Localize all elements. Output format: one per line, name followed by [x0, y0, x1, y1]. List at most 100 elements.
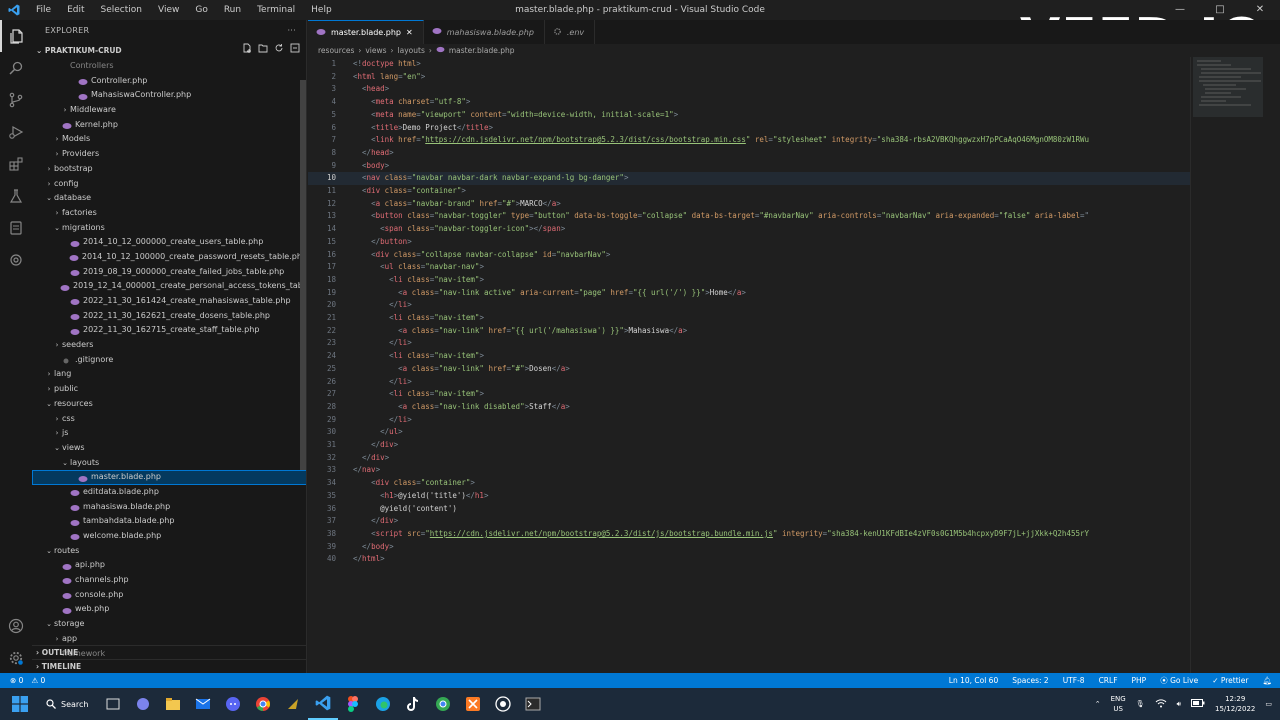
chrome-profile-icon[interactable] — [428, 688, 458, 720]
code-line[interactable]: 33 </nav> — [308, 464, 380, 477]
windows-start-icon[interactable] — [0, 696, 40, 712]
mail-icon[interactable] — [188, 688, 218, 720]
notifications-bell-icon[interactable]: 🔔︎ — [1262, 676, 1272, 685]
taskbar-search[interactable]: Search — [40, 693, 98, 715]
run-debug-icon[interactable] — [0, 116, 32, 148]
menu-file[interactable]: File — [28, 5, 59, 15]
tree-file[interactable]: tambahdata.blade.php — [32, 514, 306, 529]
game-launcher-icon[interactable] — [278, 688, 308, 720]
tree-folder[interactable]: › Providers — [32, 147, 306, 162]
code-line[interactable]: 36 @yield('content') — [308, 503, 457, 516]
code-line[interactable]: 38 <script src="https://cdn.jsdelivr.net… — [308, 528, 1089, 541]
tree-folder[interactable]: › public — [32, 382, 306, 397]
vscode-taskbar-icon[interactable] — [308, 688, 338, 720]
breadcrumb-item[interactable]: views — [365, 46, 386, 55]
file-explorer-icon[interactable] — [158, 688, 188, 720]
breadcrumb-item[interactable]: master.blade.php — [449, 46, 515, 55]
code-line[interactable]: 2 <html lang="en"> — [308, 71, 425, 84]
code-line[interactable]: 10 <nav class="navbar navbar-dark navbar… — [308, 172, 1190, 185]
terminal-icon[interactable] — [518, 688, 548, 720]
tree-folder[interactable]: › factories — [32, 206, 306, 221]
settings-gear-icon[interactable] — [0, 642, 32, 674]
figma-icon[interactable] — [338, 688, 368, 720]
discord-icon[interactable] — [218, 688, 248, 720]
volume-icon[interactable]: 🔊︎ — [1177, 700, 1181, 709]
source-control-icon[interactable] — [0, 84, 32, 116]
minimap[interactable] — [1190, 57, 1280, 673]
code-line[interactable]: 28 <a class="nav-link disabled">Staff</a… — [308, 401, 570, 414]
database-icon[interactable] — [0, 212, 32, 244]
testing-icon[interactable] — [0, 180, 32, 212]
code-line[interactable]: 39 </body> — [308, 541, 394, 554]
tree-file[interactable]: MahasiswaController.php — [32, 88, 306, 103]
code-line[interactable]: 32 </div> — [308, 452, 389, 465]
tray-chevron-up-icon[interactable]: ⌃ — [1095, 700, 1101, 708]
outline-section[interactable]: › OUTLINE — [32, 645, 306, 659]
code-line[interactable]: 12 <a class="navbar-brand" href="#">MARC… — [308, 198, 561, 211]
code-line[interactable]: 16 <div class="collapse navbar-collapse"… — [308, 249, 610, 262]
account-icon[interactable] — [0, 610, 32, 642]
warnings-indicator[interactable]: ⚠ 0 — [31, 676, 45, 685]
tree-folder[interactable]: Controllers — [32, 59, 306, 74]
encoding[interactable]: UTF-8 — [1063, 676, 1085, 685]
tree-folder[interactable]: › bootstrap — [32, 162, 306, 177]
tree-folder[interactable]: › js — [32, 426, 306, 441]
menu-go[interactable]: Go — [187, 5, 215, 15]
tree-file[interactable]: editdata.blade.php — [32, 485, 306, 500]
explorer-more-button[interactable]: ··· — [287, 20, 296, 42]
menu-run[interactable]: Run — [216, 5, 249, 15]
tree-folder[interactable]: › Middleware — [32, 103, 306, 118]
code-line[interactable]: 8 </head> — [308, 147, 393, 160]
tree-file[interactable]: 2014_10_12_000000_create_users_table.php — [32, 235, 306, 250]
microphone-icon[interactable]: 🎙︎ — [1136, 700, 1145, 708]
prettier-indicator[interactable]: ✓ Prettier — [1212, 676, 1248, 685]
code-line[interactable]: 34 <div class="container"> — [308, 477, 475, 490]
close-tab-icon[interactable]: ✕ — [406, 28, 413, 37]
code-line[interactable]: 23 </li> — [308, 337, 412, 350]
line-ending[interactable]: CRLF — [1099, 676, 1118, 685]
tree-folder[interactable]: › css — [32, 412, 306, 427]
tree-file[interactable]: api.php — [32, 558, 306, 573]
tab-master-blade[interactable]: master.blade.php ✕ — [308, 20, 424, 44]
tree-file[interactable]: mahasiswa.blade.php — [32, 500, 306, 515]
tree-folder[interactable]: › seeders — [32, 338, 306, 353]
tiktok-icon[interactable] — [398, 688, 428, 720]
code-line[interactable]: 18 <li class="nav-item"> — [308, 274, 484, 287]
language-mode[interactable]: PHP — [1132, 676, 1147, 685]
notification-center-icon[interactable]: ▭ — [1265, 700, 1272, 708]
code-line[interactable]: 9 <body> — [308, 160, 389, 173]
collapse-all-icon[interactable] — [290, 42, 300, 60]
tree-folder[interactable]: ⌄ layouts — [32, 456, 306, 471]
code-line[interactable]: 29 </li> — [308, 414, 412, 427]
tree-file[interactable]: master.blade.php — [32, 470, 306, 485]
tree-file[interactable]: 2019_12_14_000001_create_personal_access… — [32, 279, 306, 294]
teams-icon[interactable] — [128, 688, 158, 720]
code-line[interactable]: 24 <li class="nav-item"> — [308, 350, 484, 363]
code-line[interactable]: 17 <ul class="navbar-nav"> — [308, 261, 484, 274]
code-line[interactable]: 22 <a class="nav-link" href="{{ url('/ma… — [308, 325, 687, 338]
tree-file[interactable]: .gitignore — [32, 353, 306, 368]
menu-view[interactable]: View — [150, 5, 187, 15]
task-view-icon[interactable] — [98, 688, 128, 720]
menu-help[interactable]: Help — [303, 5, 340, 15]
code-line[interactable]: 19 <a class="nav-link active" aria-curre… — [308, 287, 746, 300]
code-line[interactable]: 31 </div> — [308, 439, 398, 452]
clock[interactable]: 12:29 15/12/2022 — [1215, 694, 1255, 714]
tree-folder[interactable]: ⌄ routes — [32, 544, 306, 559]
code-line[interactable]: 5 <meta name="viewport" content="width=d… — [308, 109, 678, 122]
project-root[interactable]: ⌄ PRAKTIKUM-CRUD — [32, 42, 306, 60]
tree-file[interactable]: 2022_11_30_161424_create_mahasiswas_tabl… — [32, 294, 306, 309]
tree-file[interactable]: Kernel.php — [32, 118, 306, 133]
code-line[interactable]: 13 <button class="navbar-toggler" type="… — [308, 210, 1089, 223]
tree-folder[interactable]: › lang — [32, 367, 306, 382]
menu-selection[interactable]: Selection — [93, 5, 150, 15]
code-line[interactable]: 4 <meta charset="utf-8"> — [308, 96, 470, 109]
code-line[interactable]: 6 <title>Demo Project</title> — [308, 122, 493, 135]
sidebar-scrollbar[interactable] — [300, 80, 306, 470]
tree-folder[interactable]: ⌄ storage — [32, 617, 306, 632]
go-live-button[interactable]: ⦿ Go Live — [1160, 675, 1198, 686]
code-line[interactable]: 25 <a class="nav-link" href="#">Dosen</a… — [308, 363, 570, 376]
code-line[interactable]: 40 </html> — [308, 553, 385, 566]
breadcrumb-item[interactable]: resources — [318, 46, 354, 55]
tree-folder[interactable]: ⌄ views — [32, 441, 306, 456]
